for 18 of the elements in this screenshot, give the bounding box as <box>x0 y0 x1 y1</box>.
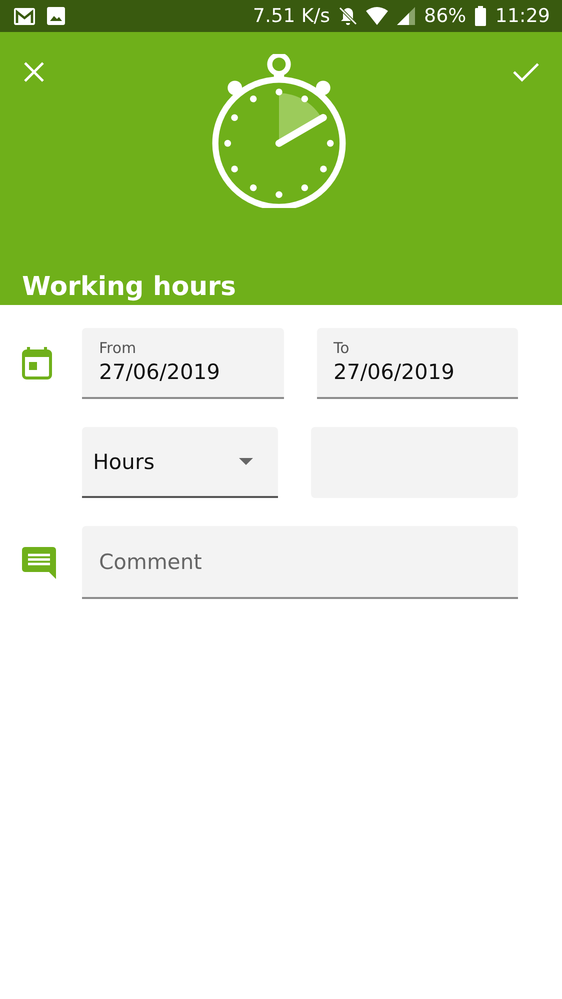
muted-bell-icon <box>339 6 357 26</box>
network-speed: 7.51 K/s <box>252 5 330 27</box>
comment-field[interactable]: Comment <box>82 526 518 599</box>
signal-icon <box>397 7 415 25</box>
unit-dropdown[interactable]: Hours <box>82 427 278 498</box>
battery-icon <box>475 6 486 26</box>
wifi-icon <box>366 7 388 25</box>
mail-icon <box>14 8 35 24</box>
screen-title: Working hours <box>22 272 237 302</box>
image-icon <box>47 7 65 25</box>
comment-icon <box>22 546 56 578</box>
clock-time: 11:29 <box>495 5 550 27</box>
date-field[interactable]: From 27/06/2019 <box>82 328 284 399</box>
calendar-icon <box>22 347 52 380</box>
battery-percent: 86% <box>424 5 466 27</box>
date-field[interactable]: To 27/06/2019 <box>316 328 518 399</box>
stopwatch-icon <box>212 54 346 208</box>
dropdown-caret-icon <box>238 458 252 465</box>
